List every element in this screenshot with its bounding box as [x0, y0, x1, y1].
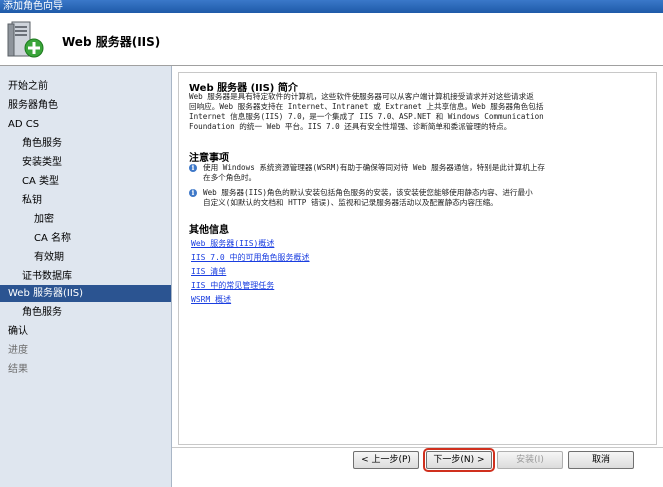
note-item: i 使用 Windows 系统资源管理器(WSRM)有助于确保等同对待 Web … — [189, 163, 649, 185]
previous-button[interactable]: < 上一步(P) — [353, 451, 419, 469]
note-line: 使用 Windows 系统资源管理器(WSRM)有助于确保等同对待 Web 服务… — [203, 163, 546, 172]
sidebar-step[interactable]: 证书数据库 — [0, 268, 171, 285]
sidebar-step[interactable]: CA 类型 — [0, 173, 171, 190]
link-web-server-overview[interactable]: Web 服务器(IIS)概述 — [191, 238, 274, 249]
sidebar-step[interactable]: 角色服务 — [0, 135, 171, 152]
sidebar-step[interactable]: 服务器角色 — [0, 97, 171, 114]
sidebar-step[interactable]: CA 名称 — [0, 230, 171, 247]
main-panel: Web 服务器 (IIS) 简介 Web 服务器是具有特定软件的计算机，这些软件… — [172, 66, 663, 487]
intro-paragraph: Web 服务器是具有特定软件的计算机，这些软件使服务器可以从客户端计算机接受请求… — [189, 92, 649, 132]
sidebar-step[interactable]: Web 服务器(IIS) — [0, 285, 171, 302]
sidebar-step[interactable]: 加密 — [0, 211, 171, 228]
link-role-services-overview[interactable]: IIS 7.0 中的可用角色服务概述 — [191, 252, 310, 263]
more-info-heading: 其他信息 — [189, 225, 229, 236]
note-line: 自定义(如默认的文档和 HTTP 错误)、监视和记录服务器活动以及配置静态内容压… — [203, 198, 498, 207]
intro-line: 回响应。Web 服务器支持在 Internet、Intranet 或 Extra… — [189, 102, 544, 111]
link-common-admin-tasks[interactable]: IIS 中的常见管理任务 — [191, 280, 274, 291]
sidebar-step[interactable]: 安装类型 — [0, 154, 171, 171]
note-item: i Web 服务器(IIS)角色的默认安装包括角色服务的安装，该安装使您能够使用… — [189, 188, 649, 210]
info-icon: i — [189, 189, 197, 197]
intro-line: Internet 信息服务(IIS) 7.0，是一个集成了 IIS 7.0、AS… — [189, 112, 544, 121]
sidebar-step[interactable]: 开始之前 — [0, 78, 171, 95]
info-icon: i — [189, 164, 197, 172]
next-button[interactable]: 下一步(N) > — [423, 448, 495, 472]
cancel-button[interactable]: 取消 — [568, 451, 634, 469]
window-title: 添加角色向导 — [0, 0, 663, 13]
sidebar-step[interactable]: 进度 — [0, 342, 171, 359]
notes-heading: 注意事项 — [189, 153, 229, 164]
wizard-steps-sidebar: 开始之前 服务器角色 AD CS 角色服务 安装类型 CA 类型 私钥 加密 CA 名称 有效期证… — [0, 66, 172, 487]
page-title: Web 服务器(IIS) — [62, 35, 161, 49]
sidebar-step[interactable]: 私钥 — [0, 192, 171, 209]
content-area: Web 服务器 (IIS) 简介 Web 服务器是具有特定软件的计算机，这些软件… — [178, 72, 657, 445]
server-add-icon — [7, 21, 44, 58]
sidebar-step[interactable]: 结果 — [0, 361, 171, 378]
link-wsrm-overview[interactable]: WSRM 概述 — [191, 294, 231, 305]
intro-line: Foundation 的统一 Web 平台。IIS 7.0 还具有安全性增强、诊… — [189, 122, 512, 131]
sidebar-step[interactable]: AD CS — [0, 116, 171, 133]
note-line: 在多个角色时。 — [203, 173, 257, 182]
note-line: Web 服务器(IIS)角色的默认安装包括角色服务的安装，该安装使您能够使用静态… — [203, 188, 533, 197]
sidebar-step[interactable]: 确认 — [0, 323, 171, 340]
sidebar-step[interactable]: 角色服务 — [0, 304, 171, 321]
wizard-header: Web 服务器(IIS) — [0, 13, 663, 66]
install-button[interactable]: 安装(I) — [497, 451, 563, 469]
intro-line: Web 服务器是具有特定软件的计算机，这些软件使服务器可以从客户端计算机接受请求… — [189, 92, 534, 101]
sidebar-step[interactable]: 有效期 — [0, 249, 171, 266]
link-iis-checklist[interactable]: IIS 清单 — [191, 266, 226, 277]
footer-divider — [172, 447, 663, 448]
